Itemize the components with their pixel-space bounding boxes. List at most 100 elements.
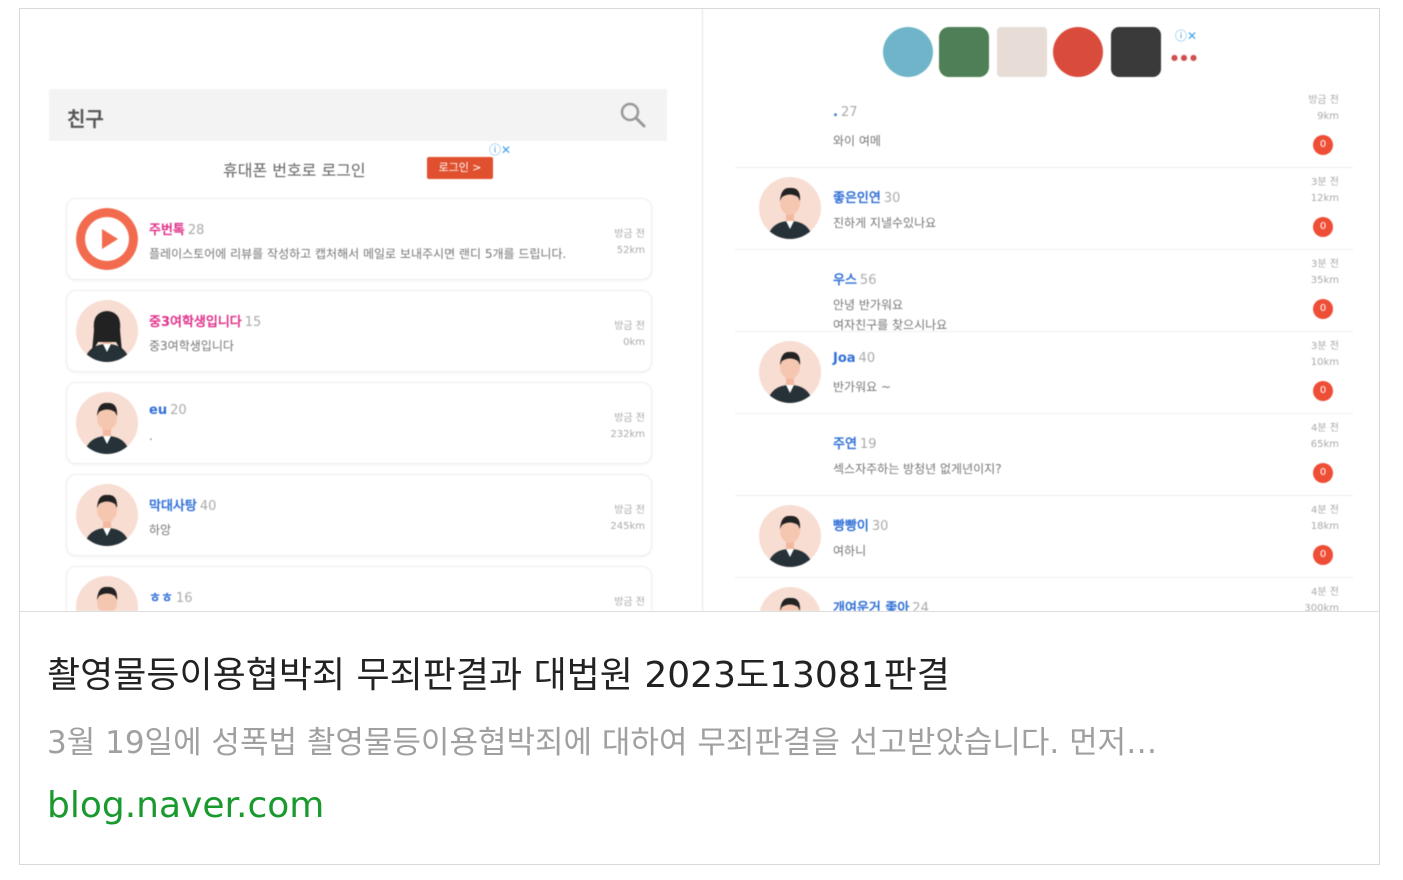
ad-login-button[interactable]: 로그인 > <box>427 157 493 179</box>
avatar <box>759 341 821 403</box>
chat-time: 방금 전 <box>1308 95 1339 106</box>
chat-row[interactable]: 개여운거 좋아 24 4분 전 300km <box>735 577 1353 611</box>
ad-strip-label: ● ● ● <box>1171 53 1198 62</box>
ad-strip[interactable]: ⓘ✕ ● ● ● <box>735 23 1355 81</box>
friend-name-text: 주번톡 <box>149 223 185 238</box>
chat-name: 주연 19 <box>833 433 876 452</box>
chat-name-text: 좋은인연 <box>833 191 881 206</box>
friend-name: 주번톡 28 <box>149 219 204 238</box>
chat-time: 3분 전 <box>1311 259 1339 270</box>
ad-close-icon[interactable]: ⓘ✕ <box>489 141 511 158</box>
chat-age: 40 <box>858 351 876 366</box>
ad-thumb-5[interactable] <box>1111 27 1161 77</box>
chat-row[interactable]: . 27 와이 여메 방금 전 9km 0 <box>735 85 1353 168</box>
chat-message: 와이 여메 <box>833 134 881 148</box>
chat-message: 반가워요 ~ <box>833 380 892 394</box>
friend-meta: 방금 전 0km <box>614 319 645 351</box>
preview-image: 친구 휴대폰 번호로 로그인 로그인 > ⓘ✕ 주번톡 28 플레이스토어에 리뷰를… <box>20 9 1379 611</box>
ad-close-icon[interactable]: ⓘ✕ <box>1175 27 1197 44</box>
chat-row[interactable]: 빵빵이 30 여하니 4분 전 18km 0 <box>735 495 1353 578</box>
chat-row[interactable]: 주연 19 섹스자주하는 방청년 없게년이지? 4분 전 65km 0 <box>735 413 1353 496</box>
avatar <box>76 484 138 546</box>
chat-age: 56 <box>859 273 877 288</box>
chat-age: 30 <box>883 191 901 206</box>
chat-message: 여하니 <box>833 544 867 558</box>
chat-distance: 18km <box>1310 521 1339 532</box>
friend-time: 방금 전 <box>614 321 645 332</box>
chat-name-text: 우스 <box>833 273 857 288</box>
chat-age: 19 <box>859 437 877 452</box>
unread-badge: 0 <box>1313 135 1333 155</box>
friend-meta: 방금 전 52km <box>614 227 645 259</box>
unread-badge: 0 <box>1313 299 1333 319</box>
ad-thumb-3[interactable] <box>997 27 1047 77</box>
chat-distance: 35km <box>1310 275 1339 286</box>
friend-card[interactable]: 주번톡 28 플레이스토어에 리뷰를 작성하고 캡처해서 메일로 보내주시면 랜디 … <box>66 198 652 280</box>
friend-message: 플레이스토어에 리뷰를 작성하고 캡처해서 메일로 보내주시면 랜디 5개를 드… <box>149 247 567 261</box>
friend-name-text: eu <box>149 403 168 418</box>
chat-time: 3분 전 <box>1311 177 1339 188</box>
friend-time: 방금 전 <box>614 413 645 424</box>
panel-divider <box>702 9 703 611</box>
chat-name: . 27 <box>833 105 858 120</box>
chat-meta: 방금 전 9km <box>1308 93 1339 125</box>
friend-age: 16 <box>175 591 193 606</box>
chat-row[interactable]: 우스 56 안녕 반가워요 여자친구를 찾으시나요 3분 전 35km 0 <box>735 249 1353 332</box>
friend-name-text: 막대사탕 <box>149 499 197 514</box>
friend-card[interactable]: 중3여학생입니다 15 중3여학생입니다 방금 전 0km <box>66 290 652 372</box>
friend-card[interactable]: ㅎㅎ 16 방금 전 <box>66 566 652 611</box>
search-bar[interactable]: 친구 <box>49 89 667 141</box>
friend-distance: 245km <box>610 521 645 532</box>
chat-meta: 4분 전 65km <box>1311 421 1339 453</box>
friend-name: 중3여학생입니다 15 <box>149 311 261 330</box>
link-description: 3월 19일에 성폭법 촬영물등이용협박죄에 대하여 무죄판결을 선고받았습니다… <box>47 725 1158 761</box>
chat-distance: 10km <box>1310 357 1339 368</box>
friend-distance: 0km <box>623 337 645 348</box>
chat-name-text: 주연 <box>833 437 857 452</box>
ad-text: 휴대폰 번호로 로그인 <box>223 161 366 180</box>
ad-thumb-1[interactable] <box>883 27 933 77</box>
chat-time: 4분 전 <box>1311 587 1339 598</box>
chat-time: 4분 전 <box>1311 423 1339 434</box>
chat-age: 27 <box>840 105 858 120</box>
unread-badge: 0 <box>1313 463 1333 483</box>
friend-card[interactable]: eu 20. 방금 전 232km <box>66 382 652 464</box>
ad-thumb-4[interactable] <box>1053 27 1103 77</box>
avatar <box>76 392 138 454</box>
card-divider <box>20 611 1379 612</box>
ad-banner[interactable]: 휴대폰 번호로 로그인 로그인 > ⓘ✕ <box>195 143 511 189</box>
friend-message: 중3여학생입니다 <box>149 339 234 353</box>
avatar <box>76 300 138 362</box>
avatar <box>76 576 138 611</box>
friend-message: 하앙 <box>149 523 172 537</box>
chat-name: 개여운거 좋아 24 <box>833 597 929 611</box>
friend-age: 40 <box>199 499 217 514</box>
avatar <box>759 587 821 611</box>
friend-distance: 232km <box>610 429 645 440</box>
chat-name: 빵빵이 30 <box>833 515 888 534</box>
search-icon[interactable] <box>619 101 647 129</box>
link-title[interactable]: 촬영물등이용협박죄 무죄판결과 대법원 2023도13081판결 <box>47 646 950 698</box>
friend-time: 방금 전 <box>614 597 645 608</box>
friend-meta: 방금 전 232km <box>610 411 645 443</box>
chat-time: 4분 전 <box>1311 505 1339 516</box>
link-url[interactable]: blog.naver.com <box>47 785 324 826</box>
friend-card[interactable]: 막대사탕 40 하앙 방금 전 245km <box>66 474 652 556</box>
chat-distance: 9km <box>1317 111 1339 122</box>
friend-message: . <box>149 429 153 443</box>
friend-age: 28 <box>187 223 205 238</box>
chat-row[interactable]: 좋은인연 30 진하게 지낼수있나요 3분 전 12km 0 <box>735 167 1353 250</box>
chat-name-text: . <box>833 105 838 120</box>
chat-age: 30 <box>871 519 889 534</box>
friend-age: 20 <box>170 403 187 418</box>
chat-distance: 12km <box>1310 193 1339 204</box>
ad-thumb-2[interactable] <box>939 27 989 77</box>
unread-badge: 0 <box>1313 381 1333 401</box>
chat-name: Joa 40 <box>833 351 875 366</box>
app-logo-icon <box>76 208 138 270</box>
chat-name: 좋은인연 30 <box>833 187 900 206</box>
chat-message: 안녕 반가워요 여자친구를 찾으시나요 <box>833 298 948 332</box>
chat-meta: 3분 전 10km <box>1311 339 1339 371</box>
friend-distance: 52km <box>616 245 645 256</box>
chat-row[interactable]: Joa 40 반가워요 ~ 3분 전 10km 0 <box>735 331 1353 414</box>
